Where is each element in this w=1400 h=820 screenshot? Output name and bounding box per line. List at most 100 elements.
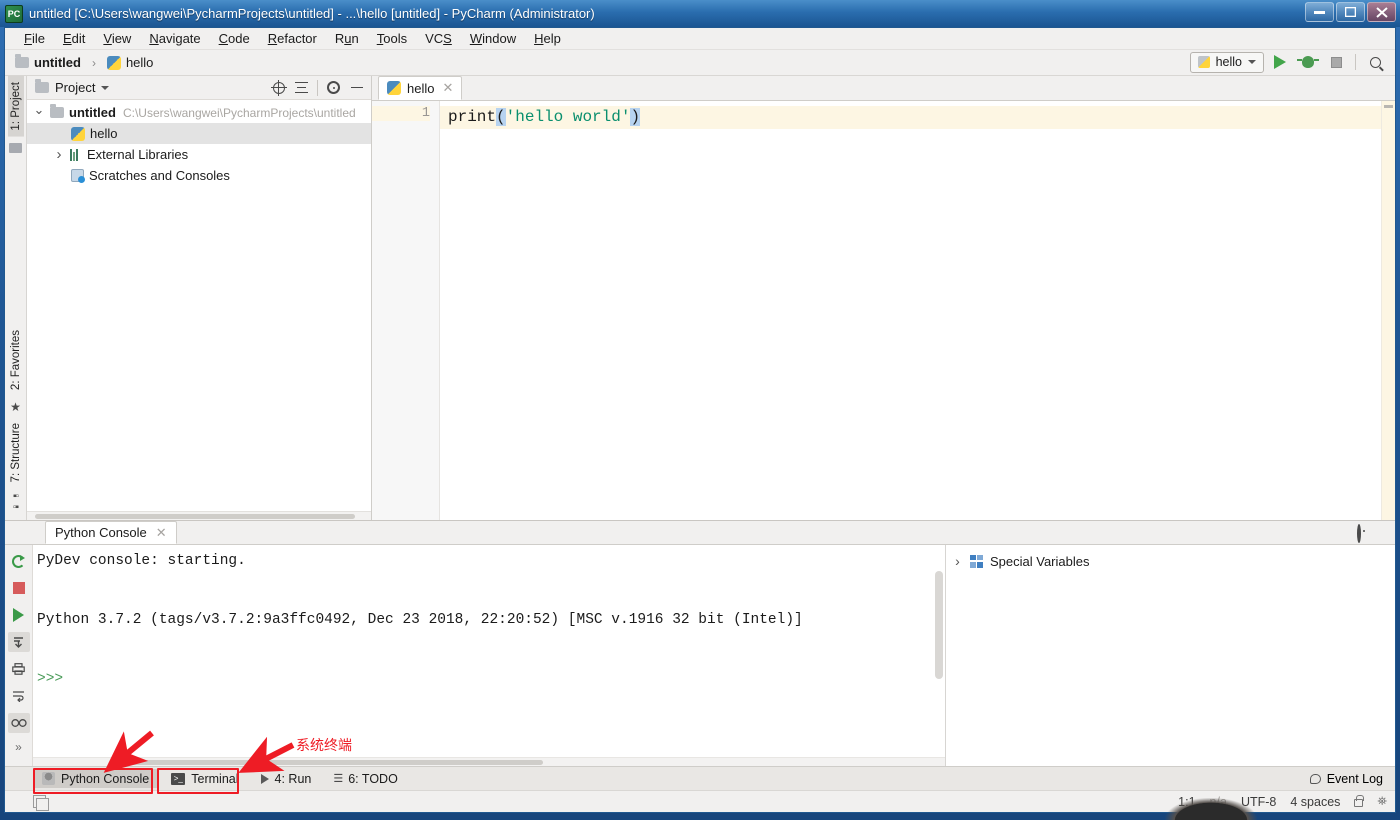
tool-button-run-label: 4: Run [274, 771, 312, 786]
sidebar-tab-structure[interactable]: 7: Structure [8, 417, 24, 488]
stop-console-button[interactable] [8, 578, 30, 598]
console-vertical-scrollbar[interactable] [935, 571, 943, 679]
menu-file[interactable]: File [15, 29, 54, 48]
chevron-down-icon [1248, 60, 1256, 64]
menu-view[interactable]: View [94, 29, 140, 48]
console-horizontal-scrollbar[interactable] [33, 757, 945, 766]
chevron-right-icon[interactable] [53, 146, 65, 163]
gear-icon [1357, 524, 1361, 543]
breadcrumb-project[interactable]: untitled [34, 55, 81, 70]
run-icon [1274, 55, 1286, 69]
console-spacer [37, 572, 945, 610]
chevron-right-icon[interactable]: › [952, 553, 963, 569]
pycharm-window: PC untitled [C:\Users\wangwei\PycharmPro… [0, 0, 1400, 820]
tool-button-run[interactable]: 4: Run [252, 769, 321, 788]
editor-tab-hello[interactable]: hello ✕ [378, 76, 463, 100]
project-panel-icon [35, 79, 49, 93]
chevron-down-icon[interactable] [33, 105, 45, 121]
project-settings-button[interactable] [323, 78, 344, 98]
hide-panel-button[interactable] [346, 78, 367, 98]
tree-node-external-libraries[interactable]: External Libraries [27, 144, 371, 165]
window-titlebar: PC untitled [C:\Users\wangwei\PycharmPro… [0, 0, 1400, 27]
tool-button-python-console[interactable]: Python Console [33, 769, 159, 788]
debug-button[interactable] [1296, 51, 1320, 73]
indent-setting[interactable]: 4 spaces [1290, 795, 1340, 809]
run-toolbar: hello [1189, 51, 1387, 73]
scroll-to-end-button[interactable] [7, 632, 30, 652]
inspection-icon[interactable]: ⛯ [1377, 794, 1387, 809]
tool-window-bar: Python Console >_ Terminal 4: Run ☰ 6: T… [5, 766, 1395, 790]
menu-tools[interactable]: Tools [368, 29, 416, 48]
tree-node-untitled-path: C:\Users\wangwei\PycharmProjects\untitle… [122, 105, 356, 120]
stop-button[interactable] [1324, 51, 1348, 73]
menu-edit[interactable]: Edit [54, 29, 94, 48]
python-console-icon [42, 772, 55, 785]
code-token-function: print [448, 108, 497, 126]
menu-run[interactable]: Run [326, 29, 368, 48]
editor-gutter[interactable]: 1 [372, 101, 440, 520]
tree-node-untitled[interactable]: untitled C:\Users\wangwei\PycharmProject… [27, 102, 371, 123]
soft-wrap-button[interactable] [8, 686, 30, 706]
photo-artifact [1165, 798, 1257, 820]
sidebar-tab-favorites[interactable]: 2: Favorites [8, 324, 24, 396]
tool-button-terminal[interactable]: >_ Terminal [162, 769, 247, 788]
tree-node-untitled-label: untitled [69, 105, 116, 120]
search-everywhere-button[interactable] [1363, 51, 1387, 73]
console-more-button[interactable]: » [15, 740, 22, 754]
maximize-button[interactable] [1336, 2, 1365, 22]
menu-help[interactable]: Help [525, 29, 570, 48]
run-configuration-selector[interactable]: hello [1189, 51, 1264, 73]
left-tool-strip: 1: Project 2: Favorites ★ 7: Structure ▪… [5, 76, 27, 520]
toggle-tool-windows-icon[interactable] [33, 795, 49, 811]
project-view-chevron-down-icon[interactable] [101, 85, 110, 90]
menu-window[interactable]: Window [461, 29, 525, 48]
breadcrumb-file[interactable]: hello [126, 55, 153, 70]
console-spacer-2 [37, 631, 945, 669]
library-icon [70, 148, 82, 161]
folder-icon [15, 54, 29, 68]
project-panel: Project ⌄ untitled C:\Users\wangwei\Pych… [27, 76, 372, 520]
tree-node-scratches[interactable]: Scratches and Consoles [27, 165, 371, 186]
tree-node-hello-label: hello [90, 126, 118, 141]
tool-button-todo[interactable]: ☰ 6: TODO [324, 769, 406, 788]
project-panel-horizontal-scrollbar[interactable] [27, 511, 371, 520]
sidebar-tab-project[interactable]: 1: Project [7, 76, 24, 137]
scroll-to-end-icon [14, 636, 23, 648]
close-tab-icon[interactable]: ✕ [442, 80, 453, 96]
gear-icon [327, 81, 340, 94]
menu-code[interactable]: Code [210, 29, 259, 48]
python-config-icon [1197, 56, 1210, 68]
console-settings-button[interactable] [1357, 524, 1361, 543]
console-tab-label: Python Console [55, 525, 147, 540]
editor-scrollbar-rail[interactable] [1381, 101, 1395, 520]
tree-node-external-libraries-label: External Libraries [87, 147, 189, 162]
scroll-from-source-button[interactable] [268, 78, 289, 98]
collapse-all-button[interactable] [291, 78, 312, 98]
run-button[interactable] [1268, 51, 1292, 73]
project-panel-actions [268, 78, 367, 98]
rerun-button[interactable] [8, 551, 30, 571]
close-tab-icon[interactable]: ✕ [156, 525, 167, 541]
python-file-icon [106, 55, 121, 70]
tree-node-scratches-label: Scratches and Consoles [89, 168, 230, 183]
tool-button-terminal-label: Terminal [191, 771, 239, 786]
menu-navigate[interactable]: Navigate [140, 29, 209, 48]
python-file-icon [387, 81, 401, 95]
console-tab-python-console[interactable]: Python Console ✕ [45, 521, 177, 544]
tree-node-hello[interactable]: hello [27, 123, 371, 144]
window-controls [1305, 2, 1396, 22]
lock-icon[interactable] [1354, 795, 1365, 807]
print-button[interactable] [8, 659, 30, 679]
console-output[interactable]: PyDev console: starting. Python 3.7.2 (t… [33, 545, 945, 766]
close-button[interactable] [1367, 2, 1396, 22]
minimize-button[interactable] [1305, 2, 1334, 22]
menu-vcs[interactable]: VCS [416, 29, 461, 48]
editor-tab-hello-label: hello [407, 80, 435, 96]
view-as-button[interactable] [7, 713, 30, 733]
menu-refactor[interactable]: Refactor [259, 29, 326, 48]
special-variables-row[interactable]: › Special Variables [952, 553, 1395, 569]
editor-column: hello ✕ 1 print('hello world') [372, 76, 1395, 520]
execute-button[interactable] [8, 605, 30, 625]
event-log-button[interactable]: Event Log [1309, 772, 1383, 786]
code-content[interactable]: print('hello world') [440, 101, 1381, 520]
